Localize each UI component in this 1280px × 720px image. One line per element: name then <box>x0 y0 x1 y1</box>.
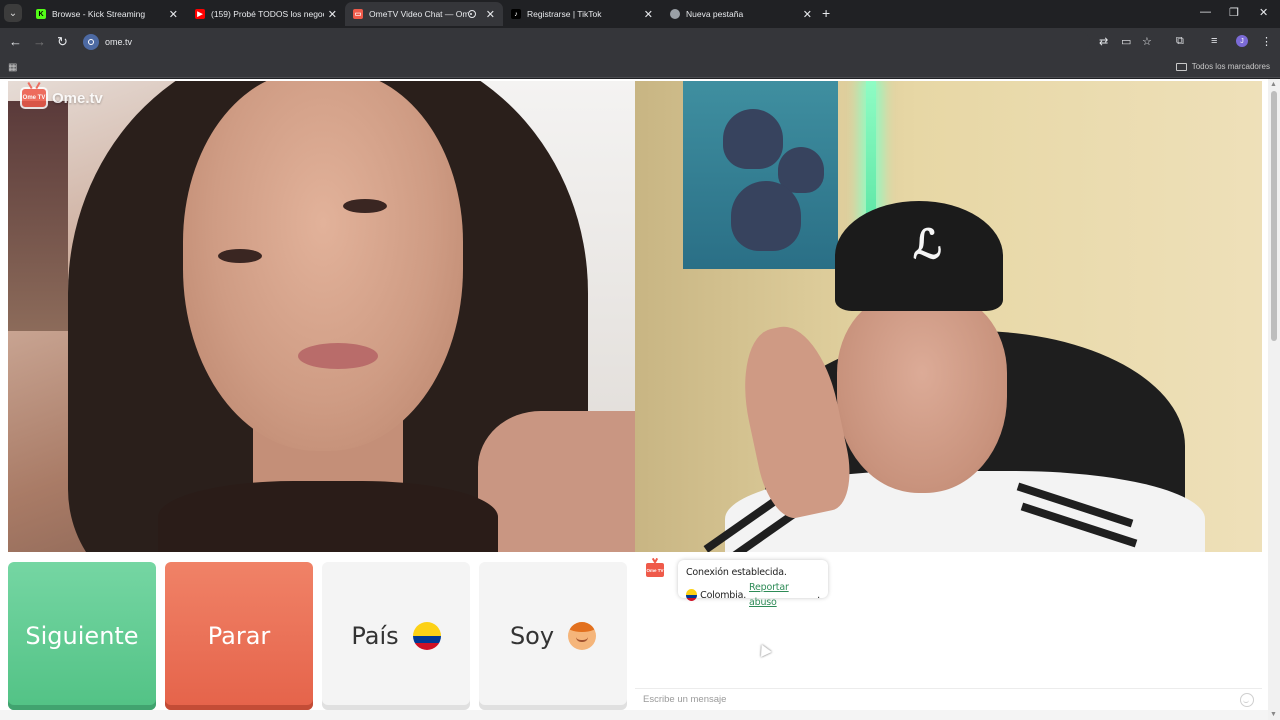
close-window-icon[interactable]: ✕ <box>1259 6 1268 19</box>
restore-icon[interactable]: ❐ <box>1229 6 1239 19</box>
emoji-icon[interactable] <box>1240 692 1254 707</box>
scroll-up-icon[interactable]: ▲ <box>1270 81 1277 88</box>
country-label: País <box>351 622 399 650</box>
tab-title: (159) Probé TODOS los negocio <box>211 9 324 19</box>
next-label: Siguiente <box>25 622 139 650</box>
close-tab-icon[interactable]: ✕ <box>803 8 812 21</box>
shoulder <box>478 411 635 552</box>
tiktok-icon: ♪ <box>511 9 521 19</box>
scroll-down-icon[interactable]: ▼ <box>1270 711 1277 718</box>
all-bookmarks-label: Todos los marcadores <box>1191 62 1270 71</box>
site-info-icon[interactable] <box>83 34 99 50</box>
scrollbar[interactable]: ▲ ▼ <box>1268 79 1280 720</box>
background-poster <box>683 81 838 269</box>
country-text: Colombia. <box>700 589 747 601</box>
boy-emoji-icon <box>568 622 597 650</box>
message-input[interactable] <box>643 694 1240 705</box>
chat-panel: Ome TV Conexión establecida. Colombia. R… <box>635 552 1262 710</box>
country-button[interactable]: País <box>322 562 470 710</box>
minimize-icon[interactable]: — <box>1200 6 1211 18</box>
recording-icon <box>467 10 476 18</box>
tab-kick[interactable]: K Browse - Kick Streaming ✕ <box>28 2 186 26</box>
chat-system-avatar: Ome TV <box>645 562 665 578</box>
eye <box>343 199 387 213</box>
ometv-icon: ▭ <box>353 9 363 19</box>
lips <box>298 343 378 369</box>
translate-icon[interactable]: ⇄ <box>1099 35 1108 48</box>
close-tab-icon[interactable]: ✕ <box>169 8 178 21</box>
face <box>837 293 1007 493</box>
gender-button[interactable]: Soy <box>479 562 627 710</box>
tab-new[interactable]: Nueva pestaña ✕ <box>662 2 820 26</box>
stop-button[interactable]: Parar <box>165 562 313 710</box>
tab-youtube[interactable]: ▶ (159) Probé TODOS los negocio ✕ <box>187 2 345 26</box>
close-tab-icon[interactable]: ✕ <box>486 8 495 21</box>
bookmarks-bar: ▦ Todos los marcadores <box>0 56 1280 78</box>
next-button[interactable]: Siguiente <box>8 562 156 710</box>
background-poster <box>8 101 68 331</box>
tab-title: Registrarse | TikTok <box>527 9 602 19</box>
cap-logo: ℒ <box>913 221 942 268</box>
scroll-thumb[interactable] <box>1271 91 1277 341</box>
url-text: ome.tv <box>105 37 133 47</box>
bookmark-star-icon[interactable]: ☆ <box>1142 35 1152 48</box>
all-bookmarks-button[interactable]: Todos los marcadores <box>1175 62 1270 71</box>
system-message: Conexión establecida. Colombia. Reportar… <box>678 560 828 608</box>
address-bar[interactable]: ome.tv <box>80 31 1090 53</box>
logo-text: Ome.tv <box>52 89 103 107</box>
menu-icon[interactable]: ⋮ <box>1261 35 1272 48</box>
tab-title: OmeTV Video Chat — Ome <box>369 9 468 19</box>
report-suffix: . <box>817 589 820 601</box>
page-bottom-edge <box>0 710 1268 720</box>
report-abuse-link[interactable]: Reportar abuso <box>749 580 814 610</box>
back-icon[interactable]: ← <box>9 34 22 49</box>
apps-grid-icon[interactable]: ▦ <box>8 62 17 73</box>
close-tab-icon[interactable]: ✕ <box>644 8 653 21</box>
tv-logo-icon: Ome TV <box>645 562 665 578</box>
browser-toolbar: ← → ↻ ome.tv ⇄ ▭ ☆ ⧉ ≡ J ⋮ <box>0 28 1280 56</box>
stranger-video <box>8 81 635 552</box>
new-tab-icon[interactable]: + <box>822 5 830 21</box>
close-tab-icon[interactable]: ✕ <box>328 8 337 21</box>
connection-status-text: Conexión establecida. <box>686 567 787 578</box>
profile-avatar[interactable]: J <box>1236 35 1248 47</box>
extensions-icon[interactable]: ⧉ <box>1176 35 1184 48</box>
chat-input-row <box>635 688 1262 710</box>
forward-icon[interactable]: → <box>33 34 46 49</box>
shirt <box>158 481 498 552</box>
folder-icon <box>1175 62 1187 71</box>
tv-logo-icon: Ome TV <box>20 87 48 109</box>
tab-title: Browse - Kick Streaming <box>52 9 146 19</box>
reload-icon[interactable]: ↻ <box>57 34 68 50</box>
tab-tiktok[interactable]: ♪ Registrarse | TikTok ✕ <box>503 2 661 26</box>
gender-label: Soy <box>509 622 555 650</box>
kick-icon: K <box>36 9 46 19</box>
cast-icon[interactable]: ▭ <box>1121 35 1131 48</box>
tab-strip: ⌄ K Browse - Kick Streaming ✕ ▶ (159) Pr… <box>0 0 1280 28</box>
eye <box>218 249 262 263</box>
ometv-logo: Ome TV Ome.tv <box>20 87 103 109</box>
colombia-flag-icon <box>686 589 698 601</box>
media-controls-icon[interactable]: ≡ <box>1211 35 1217 47</box>
colombia-flag-icon <box>412 622 441 650</box>
face <box>183 81 463 451</box>
mouse-cursor-icon <box>756 641 772 658</box>
chrome-icon <box>670 9 680 19</box>
youtube-icon: ▶ <box>195 9 205 19</box>
stop-label: Parar <box>207 622 271 650</box>
tab-search-icon[interactable]: ⌄ <box>4 4 22 22</box>
tab-ometv[interactable]: ▭ OmeTV Video Chat — Ome ✕ <box>345 2 503 26</box>
self-video: ℒ <box>635 81 1262 552</box>
tab-title: Nueva pestaña <box>686 9 744 19</box>
